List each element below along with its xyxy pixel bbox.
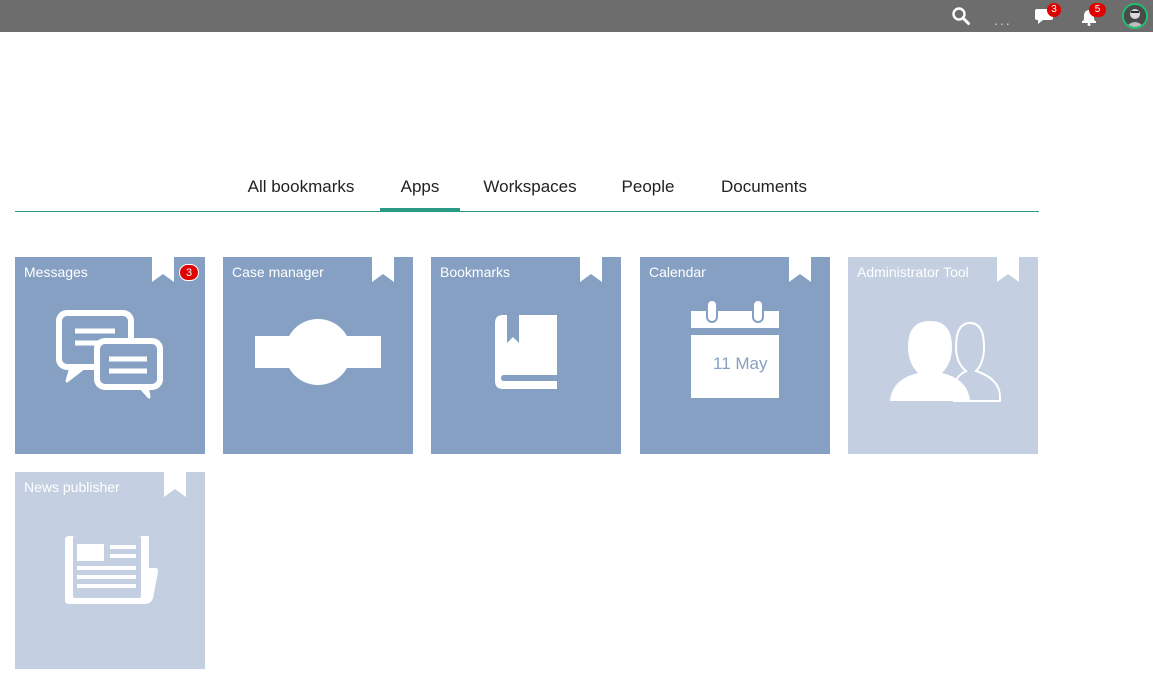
chat-button[interactable]: 3 [1032, 0, 1061, 32]
bookmark-icon[interactable] [580, 257, 602, 282]
app-tile-messages[interactable]: Messages 3 [15, 257, 205, 454]
tab-people[interactable]: People [611, 165, 685, 210]
app-tile-title: Case manager [232, 264, 324, 280]
more-icon: ... [994, 12, 1012, 28]
more-button[interactable]: ... [988, 0, 1018, 36]
app-tile-bookmarks[interactable]: Bookmarks [431, 257, 621, 454]
bookmark-tabs: All bookmarks Apps Workspaces People Doc… [15, 165, 1039, 212]
book-icon [495, 315, 557, 389]
app-tile-title: Bookmarks [440, 264, 511, 280]
chat-count-badge: 3 [1047, 3, 1061, 17]
bookmark-icon[interactable] [164, 472, 186, 497]
calendar-date: 11 May [713, 354, 768, 373]
user-avatar-button[interactable] [1121, 0, 1149, 32]
app-tile-title: Administrator Tool [857, 264, 969, 280]
case-manager-icon [255, 319, 381, 385]
notification-count-badge: 5 [1089, 3, 1106, 17]
bookmark-icon[interactable] [372, 257, 394, 282]
tab-workspaces[interactable]: Workspaces [477, 165, 583, 210]
notifications-button[interactable]: 5 [1076, 0, 1106, 32]
app-tile-title: News publisher [24, 479, 120, 495]
app-tile-news-publisher[interactable]: News publisher [15, 472, 205, 669]
tab-apps[interactable]: Apps [380, 165, 460, 211]
tab-all-bookmarks[interactable]: All bookmarks [239, 165, 363, 210]
app-tile-calendar[interactable]: Calendar 11 May [640, 257, 830, 454]
avatar [1122, 3, 1148, 29]
app-tile-title: Messages [24, 264, 88, 280]
messages-icon [56, 310, 163, 399]
unread-badge: 3 [179, 264, 199, 281]
bookmark-icon[interactable] [997, 257, 1019, 282]
top-bar: ... 3 5 [0, 0, 1153, 32]
app-tile-title: Calendar [649, 264, 706, 280]
search-button[interactable] [948, 0, 974, 32]
bookmark-icon[interactable] [152, 257, 174, 282]
search-icon [952, 7, 970, 25]
tab-documents[interactable]: Documents [711, 165, 817, 210]
app-tile-case-manager[interactable]: Case manager [223, 257, 413, 454]
bookmark-icon[interactable] [789, 257, 811, 282]
users-icon [890, 321, 1001, 402]
app-tile-administrator-tool[interactable]: Administrator Tool [848, 257, 1038, 454]
newspaper-icon [65, 536, 159, 604]
